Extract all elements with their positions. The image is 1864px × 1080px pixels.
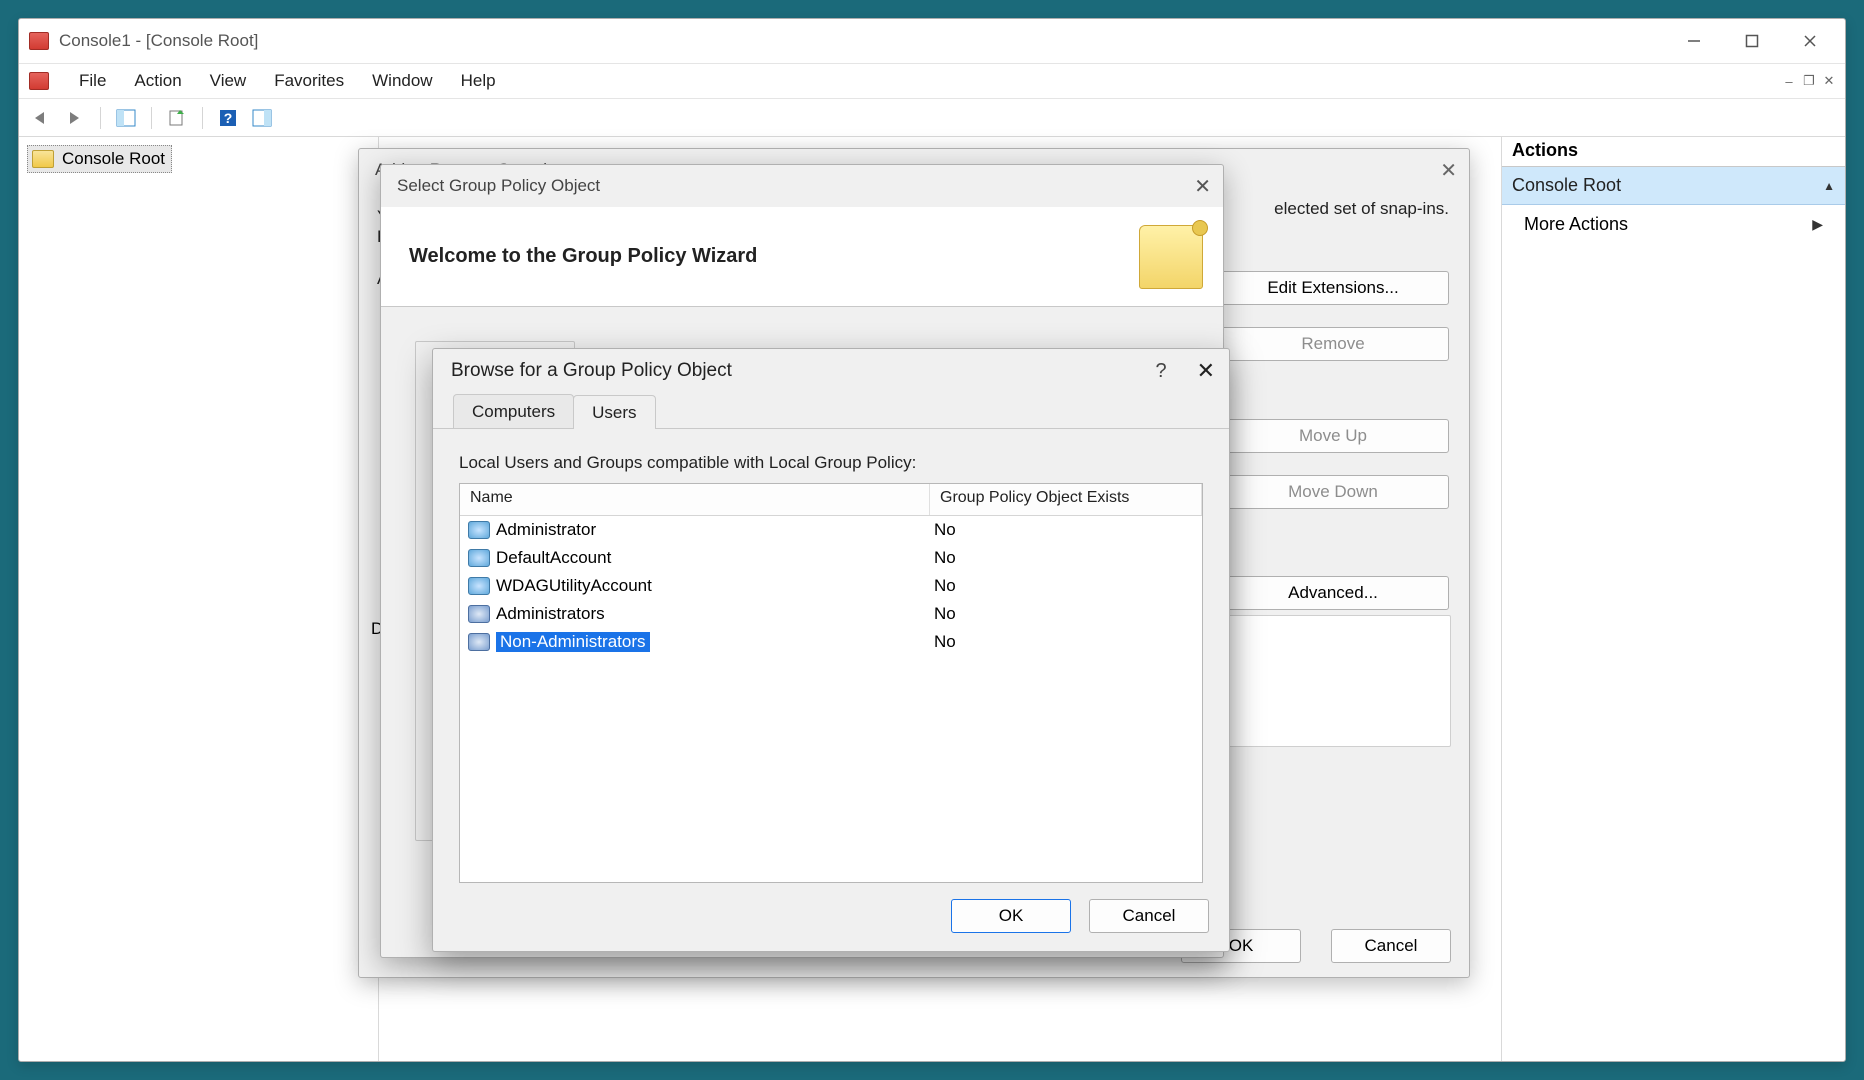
doc-icon xyxy=(29,72,49,90)
list-item-exists: No xyxy=(930,632,1202,652)
actions-section-console-root[interactable]: Console Root ▲ xyxy=(1502,167,1845,205)
browse-list-label: Local Users and Groups compatible with L… xyxy=(459,453,1203,473)
menu-window[interactable]: Window xyxy=(360,67,444,95)
list-item[interactable]: Administrator No xyxy=(460,516,1202,544)
child-restore-button[interactable]: ❐ xyxy=(1799,72,1819,90)
submenu-icon: ▶ xyxy=(1812,216,1823,233)
close-icon[interactable]: ✕ xyxy=(1197,358,1215,384)
list-item[interactable]: DefaultAccount No xyxy=(460,544,1202,572)
minimize-button[interactable] xyxy=(1665,19,1723,63)
tree-item-label: Console Root xyxy=(62,149,165,169)
titlebar: Console1 - [Console Root] xyxy=(19,19,1845,63)
menu-file[interactable]: File xyxy=(67,67,118,95)
menu-action[interactable]: Action xyxy=(122,67,193,95)
scroll-icon xyxy=(1139,225,1203,289)
list-item[interactable]: Non-Administrators No xyxy=(460,628,1202,656)
list-item-name: DefaultAccount xyxy=(496,548,611,568)
export-button[interactable] xyxy=(163,103,191,133)
column-name[interactable]: Name xyxy=(460,484,930,515)
close-icon[interactable]: ✕ xyxy=(1440,158,1457,183)
svg-text:?: ? xyxy=(224,110,233,126)
browse-gpo-dialog: Browse for a Group Policy Object ? ✕ Com… xyxy=(432,348,1230,952)
close-button[interactable] xyxy=(1781,19,1839,63)
list-item-name: Administrators xyxy=(496,604,605,624)
close-icon[interactable]: ✕ xyxy=(1194,174,1211,199)
tabs: Computers Users xyxy=(433,393,1229,429)
tree-pane: Console Root xyxy=(19,137,379,1061)
actions-more-label: More Actions xyxy=(1524,214,1628,235)
collapse-icon: ▲ xyxy=(1823,179,1835,193)
menubar: File Action View Favorites Window Help –… xyxy=(19,63,1845,99)
forward-button[interactable] xyxy=(61,103,89,133)
show-hide-action-button[interactable] xyxy=(248,103,276,133)
menu-favorites[interactable]: Favorites xyxy=(262,67,356,95)
actions-header: Actions xyxy=(1502,137,1845,167)
menu-view[interactable]: View xyxy=(198,67,259,95)
list-item-exists: No xyxy=(930,520,1202,540)
app-icon xyxy=(29,32,49,50)
list-item-exists: No xyxy=(930,576,1202,596)
child-close-button[interactable]: ✕ xyxy=(1819,72,1839,90)
list-item-name: WDAGUtilityAccount xyxy=(496,576,652,596)
user-icon xyxy=(468,521,490,539)
window-title: Console1 - [Console Root] xyxy=(59,31,258,51)
actions-more[interactable]: More Actions ▶ xyxy=(1502,205,1845,243)
wizard-banner-text: Welcome to the Group Policy Wizard xyxy=(409,245,757,268)
edit-extensions-button[interactable]: Edit Extensions... xyxy=(1217,271,1449,305)
browse-cancel-button[interactable]: Cancel xyxy=(1089,899,1209,933)
snapin-cancel-button[interactable]: Cancel xyxy=(1331,929,1451,963)
list-item-name: Non-Administrators xyxy=(496,632,650,652)
browse-ok-button[interactable]: OK xyxy=(951,899,1071,933)
help-button[interactable]: ? xyxy=(214,103,242,133)
help-icon[interactable]: ? xyxy=(1155,360,1166,383)
group-icon xyxy=(468,633,490,651)
actions-section-label: Console Root xyxy=(1512,175,1621,196)
tree-item-console-root[interactable]: Console Root xyxy=(27,145,172,173)
intro-line-tail: elected set of snap-ins. xyxy=(1274,199,1449,219)
list-item-exists: No xyxy=(930,548,1202,568)
group-icon xyxy=(468,605,490,623)
user-group-listview[interactable]: Name Group Policy Object Exists Administ… xyxy=(459,483,1203,883)
column-gpo-exists[interactable]: Group Policy Object Exists xyxy=(930,484,1202,515)
user-icon xyxy=(468,577,490,595)
folder-icon xyxy=(32,150,54,168)
tab-users[interactable]: Users xyxy=(573,395,655,429)
child-minimize-button[interactable]: – xyxy=(1779,72,1799,90)
move-down-button[interactable]: Move Down xyxy=(1217,475,1449,509)
move-up-button[interactable]: Move Up xyxy=(1217,419,1449,453)
toolbar: ? xyxy=(19,99,1845,137)
actions-pane: Actions Console Root ▲ More Actions ▶ xyxy=(1501,137,1845,1061)
list-item[interactable]: WDAGUtilityAccount No xyxy=(460,572,1202,600)
back-button[interactable] xyxy=(27,103,55,133)
user-icon xyxy=(468,549,490,567)
maximize-button[interactable] xyxy=(1723,19,1781,63)
list-item[interactable]: Administrators No xyxy=(460,600,1202,628)
tab-computers[interactable]: Computers xyxy=(453,394,574,428)
remove-button[interactable]: Remove xyxy=(1217,327,1449,361)
listview-header: Name Group Policy Object Exists xyxy=(460,484,1202,516)
menu-help[interactable]: Help xyxy=(449,67,508,95)
advanced-button[interactable]: Advanced... xyxy=(1217,576,1449,610)
wizard-title: Select Group Policy Object xyxy=(397,176,600,196)
list-item-name: Administrator xyxy=(496,520,596,540)
list-item-exists: No xyxy=(930,604,1202,624)
show-hide-tree-button[interactable] xyxy=(112,103,140,133)
browse-dialog-title: Browse for a Group Policy Object xyxy=(451,360,732,382)
